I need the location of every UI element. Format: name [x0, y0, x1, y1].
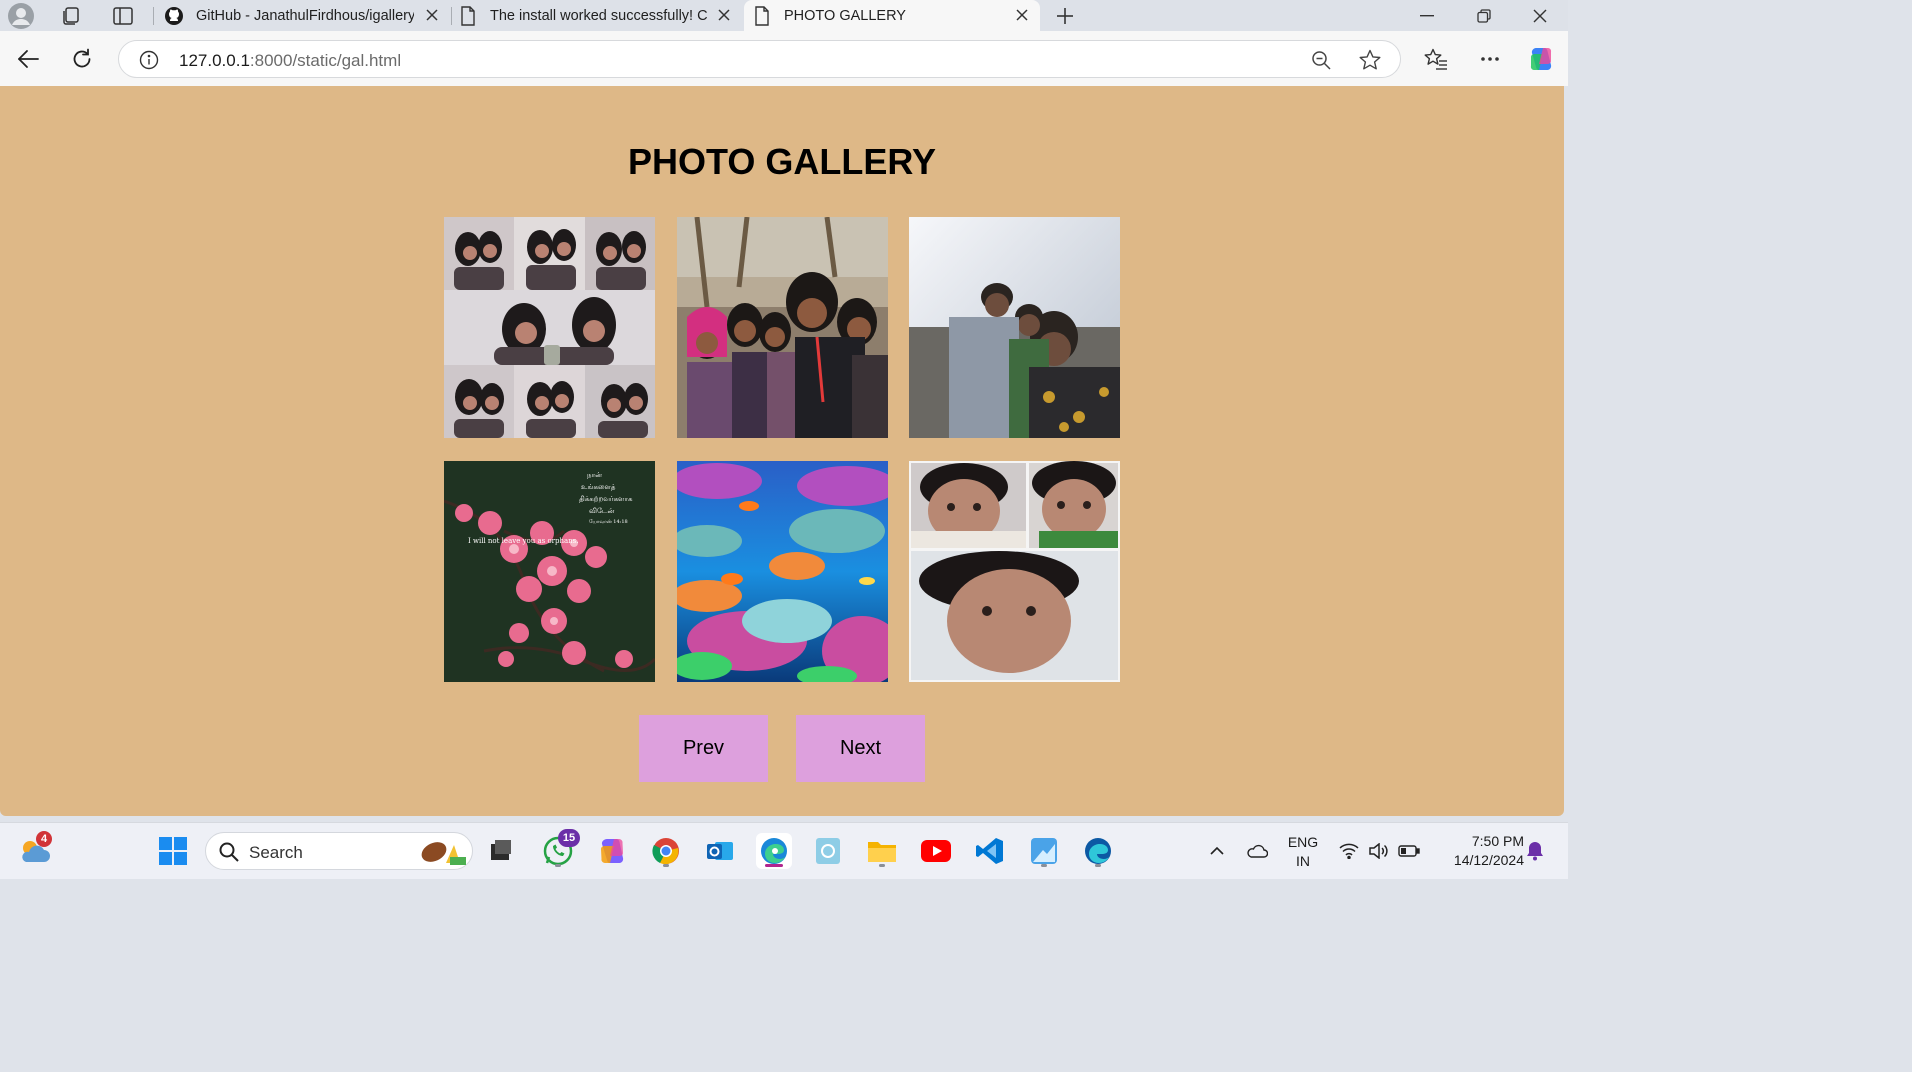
site-info-icon[interactable]: [139, 50, 159, 75]
tab-separator: [153, 7, 154, 25]
svg-text:யோவான் 14:18: யோவான் 14:18: [589, 519, 628, 525]
workspaces-icon[interactable]: [56, 0, 86, 31]
url-path: :8000/static/gal.html: [249, 51, 402, 70]
zoom-out-icon[interactable]: [1311, 50, 1331, 75]
youtube-icon[interactable]: [918, 833, 954, 869]
search-icon: [219, 842, 239, 867]
svg-text:உங்களைத்: உங்களைத்: [581, 483, 616, 491]
gallery-photo-selfie-collage[interactable]: [444, 217, 655, 438]
tab-title: The install worked successfully! Congrat…: [490, 7, 708, 24]
edge-dev-icon[interactable]: [1080, 833, 1116, 869]
photos-icon[interactable]: [810, 833, 846, 869]
back-arrow-icon[interactable]: [12, 43, 44, 75]
next-button[interactable]: Next: [796, 715, 925, 782]
notification-bell-icon[interactable]: [1522, 833, 1548, 869]
more-options-icon[interactable]: [1474, 43, 1506, 75]
close-icon[interactable]: [716, 7, 732, 23]
windows-taskbar: 4 Search 15 ENG IN 7:50 PM 14/12/2024: [0, 822, 1568, 879]
baby-collage-image: [909, 461, 1120, 682]
whatsapp-badge: 15: [558, 829, 580, 847]
wifi-icon[interactable]: [1336, 833, 1362, 869]
svg-text:நான்: நான்: [587, 471, 602, 479]
clock[interactable]: 7:50 PM 14/12/2024: [1430, 832, 1524, 870]
cherry-blossom-image: நான் உங்களைத் திக்கற்றவர்களாக விடேன் யோவ…: [444, 461, 655, 682]
svg-text:விடேன்: விடேன்: [589, 507, 615, 515]
favorites-icon[interactable]: [1420, 43, 1452, 75]
language-region: IN: [1296, 853, 1310, 869]
selfie-collage-image: [444, 217, 655, 438]
tab-title: PHOTO GALLERY: [784, 7, 906, 24]
prev-button[interactable]: Prev: [639, 715, 768, 782]
favorite-star-icon[interactable]: [1359, 49, 1381, 76]
browser-toolbar: 127.0.0.1:8000/static/gal.html: [0, 31, 1568, 86]
photo-caption: I will not leave you as orphans.: [468, 537, 579, 545]
vertical-tabs-icon[interactable]: [108, 0, 138, 31]
onedrive-icon[interactable]: [1240, 833, 1274, 869]
refresh-icon[interactable]: [66, 43, 98, 75]
tab-django-install[interactable]: The install worked successfully! Congrat…: [452, 0, 742, 31]
family-beach-image: [909, 217, 1120, 438]
paint-icon[interactable]: [1026, 833, 1062, 869]
battery-icon[interactable]: [1396, 833, 1422, 869]
copilot-app-icon[interactable]: [594, 833, 630, 869]
outlook-icon[interactable]: [702, 833, 738, 869]
show-hidden-icons-chevron-icon[interactable]: [1200, 833, 1234, 869]
running-indicator: [663, 864, 669, 867]
start-icon[interactable]: [155, 833, 191, 869]
language-code: ENG: [1287, 834, 1319, 850]
running-indicator: [555, 864, 561, 867]
copilot-icon[interactable]: [1525, 43, 1557, 75]
url-text[interactable]: 127.0.0.1:8000/static/gal.html: [179, 51, 401, 71]
weather-badge: 4: [36, 831, 52, 847]
svg-text:திக்கற்றவர்களாக: திக்கற்றவர்களாக: [579, 495, 633, 503]
browser-tab-strip: GitHub - JanathulFirdhous/igallery The i…: [0, 0, 1568, 31]
gallery-photo-group-selfie[interactable]: [677, 217, 888, 438]
window-close-icon[interactable]: [1512, 0, 1568, 31]
url-host: 127.0.0.1: [179, 51, 250, 70]
running-indicator: [1095, 864, 1101, 867]
weather-widget-icon[interactable]: 4: [16, 831, 52, 869]
folder-icon[interactable]: [864, 833, 900, 869]
close-icon[interactable]: [1014, 7, 1030, 23]
group-selfie-image: [677, 217, 888, 438]
tab-photo-gallery[interactable]: PHOTO GALLERY: [744, 0, 1040, 31]
search-label: Search: [249, 843, 303, 862]
whatsapp-icon[interactable]: 15: [540, 829, 580, 869]
search-highlight-icon: [416, 837, 468, 872]
gallery-photo-cherry-blossom[interactable]: நான் உங்களைத் திக்கற்றவர்களாக விடேன் யோவ…: [444, 461, 655, 682]
profile-avatar-icon[interactable]: [6, 0, 36, 31]
github-icon: [164, 6, 184, 30]
coral-reef-image: [677, 461, 888, 682]
restore-icon[interactable]: [1456, 0, 1512, 31]
minimize-icon[interactable]: [1399, 0, 1455, 31]
running-indicator: [879, 864, 885, 867]
page-title: PHOTO GALLERY: [627, 141, 937, 182]
taskbar-search[interactable]: Search: [205, 832, 473, 870]
gallery-photo-family-beach[interactable]: [909, 217, 1120, 438]
clock-date: 14/12/2024: [1453, 852, 1524, 868]
vscode-icon[interactable]: [972, 833, 1008, 869]
tab-github[interactable]: GitHub - JanathulFirdhous/igallery: [158, 0, 450, 31]
gallery-photo-baby-collage[interactable]: [909, 461, 1120, 682]
new-tab-icon[interactable]: [1052, 0, 1078, 31]
tab-title: GitHub - JanathulFirdhous/igallery: [196, 7, 414, 24]
gallery-photo-coral-reef[interactable]: [677, 461, 888, 682]
page-icon: [754, 6, 770, 30]
clock-time: 7:50 PM: [1471, 833, 1524, 849]
task-view-icon[interactable]: [482, 833, 518, 869]
page-icon: [460, 6, 476, 30]
language-indicator[interactable]: ENG IN: [1280, 833, 1326, 871]
close-icon[interactable]: [424, 7, 440, 23]
address-bar[interactable]: 127.0.0.1:8000/static/gal.html: [118, 40, 1401, 78]
edge-icon[interactable]: [756, 833, 792, 869]
volume-icon[interactable]: [1366, 833, 1392, 869]
active-indicator: [765, 864, 783, 867]
chrome-icon[interactable]: [648, 833, 684, 869]
running-indicator: [1041, 864, 1047, 867]
page-viewport: PHOTO GALLERY நான் உங்களைத் திக்கற்றவர்க…: [0, 86, 1564, 816]
